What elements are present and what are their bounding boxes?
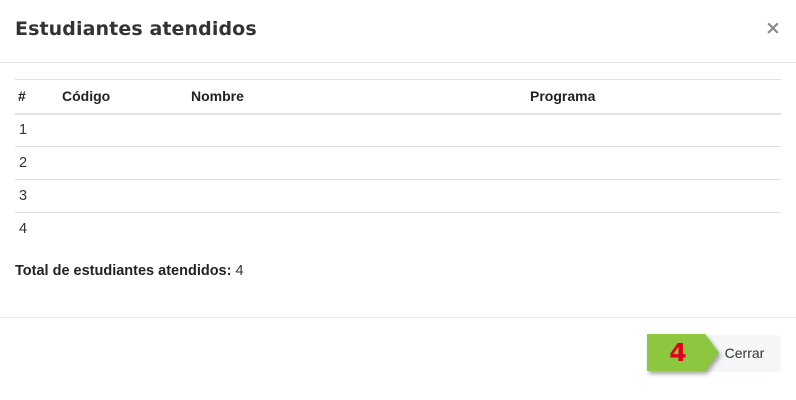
table-row: 2 [15,146,781,180]
row-name [188,179,527,213]
table-row: 1 [15,113,781,147]
row-name [188,146,527,180]
total-value: 4 [235,263,244,279]
students-table: # Código Nombre Programa 1 2 3 4 [15,79,781,246]
row-program [527,146,781,180]
row-code [59,146,188,180]
table-header-row: # Código Nombre Programa [15,79,781,115]
row-number: 2 [15,146,59,180]
step-callout: 4 [647,334,719,371]
header-name: Nombre [188,79,527,115]
header-code: Código [59,79,188,115]
close-icon[interactable]: × [762,16,784,40]
modal-header: Estudiantes atendidos × [0,0,796,63]
header-number: # [15,79,59,115]
row-name [188,213,527,246]
table-row: 4 [15,213,781,246]
row-number: 4 [19,221,28,238]
row-code [59,113,188,147]
row-program [527,213,781,246]
modal-body: # Código Nombre Programa 1 2 3 4 Total d… [0,63,796,317]
row-program [527,179,781,213]
row-name [188,113,527,147]
students-modal: Estudiantes atendidos × # Código Nombre … [0,0,796,400]
table-row: 3 [15,179,781,213]
row-code [59,213,188,246]
header-program: Programa [527,79,781,115]
modal-footer: Cerrar 4 [0,317,796,400]
row-program [527,113,781,147]
modal-title: Estudiantes atendidos [15,18,257,40]
total-summary: Total de estudiantes atendidos: 4 [15,263,244,279]
total-label: Total de estudiantes atendidos: [15,263,232,279]
step-number: 4 [669,338,687,367]
row-code [59,179,188,213]
row-number: 3 [15,179,59,213]
row-number: 1 [15,113,59,147]
